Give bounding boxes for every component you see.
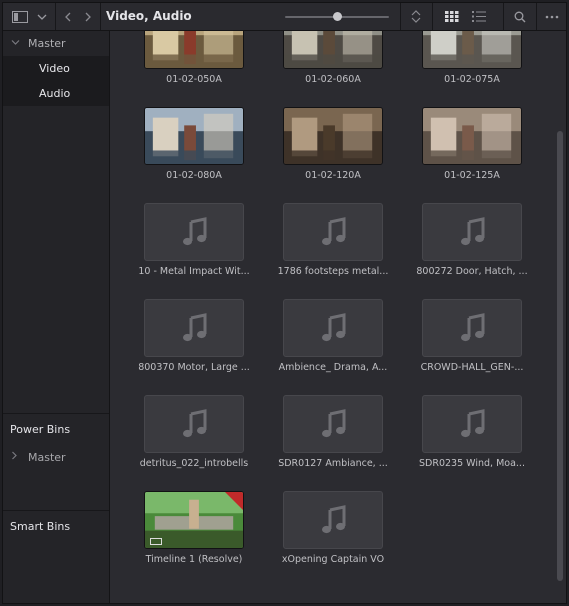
sidebar-divider — [3, 510, 109, 511]
timeline-thumbnail[interactable] — [144, 491, 244, 549]
video-clip-thumbnail[interactable] — [144, 31, 244, 69]
clip-name-label: Ambience_ Drama, A... — [278, 362, 388, 373]
master-bin-label: Master — [28, 37, 66, 50]
toolbar-divider — [432, 3, 433, 30]
video-clip-thumbnail[interactable] — [283, 107, 383, 165]
video-clip-thumbnail[interactable] — [283, 31, 383, 69]
sidebar-item-video[interactable]: Video — [3, 56, 109, 81]
toolbar-divider — [503, 3, 504, 30]
back-arrow-icon[interactable] — [58, 3, 78, 30]
audio-clip-thumbnail[interactable] — [144, 395, 244, 453]
music-note-icon — [461, 409, 485, 438]
sidebar-item-label: Video — [39, 62, 70, 75]
sort-icon[interactable] — [403, 3, 429, 30]
forward-arrow-icon[interactable] — [78, 3, 98, 30]
clip-name-label: SDR0235 Wind, Moa... — [419, 458, 525, 469]
audio-clip-thumbnail[interactable] — [283, 491, 383, 549]
sidebar-item-label: Audio — [39, 87, 71, 100]
audio-clip-thumbnail[interactable] — [144, 299, 244, 357]
video-preview-image — [145, 31, 243, 68]
music-note-icon — [322, 409, 346, 438]
bin-sidebar: Master Video Audio Power Bins Master Sma… — [3, 31, 110, 603]
chevron-down-icon[interactable] — [33, 3, 51, 30]
audio-clip-thumbnail[interactable] — [283, 203, 383, 261]
audio-clip-thumbnail[interactable] — [144, 203, 244, 261]
music-note-icon — [183, 217, 207, 246]
clip-name-label: CROWD-HALL_GEN-... — [420, 362, 524, 373]
audio-clip-thumbnail[interactable] — [422, 395, 522, 453]
clip-name-label: 01-02-125A — [444, 170, 500, 181]
music-note-icon — [461, 313, 485, 342]
clip-name-label: 01-02-060A — [305, 74, 361, 85]
video-clip-thumbnail[interactable] — [422, 107, 522, 165]
thumbnail-zoom-slider[interactable] — [285, 12, 389, 21]
video-clip-thumbnail[interactable] — [144, 107, 244, 165]
clip-name-label: 800272 Door, Hatch, ... — [416, 266, 528, 277]
toolbar-divider — [55, 3, 56, 30]
music-note-icon — [322, 313, 346, 342]
chevron-down-icon — [11, 31, 20, 56]
clip-name-label: 01-02-080A — [166, 170, 222, 181]
toolbar-divider — [400, 3, 401, 30]
sidebar-divider — [3, 413, 109, 414]
clip-name-label: detritus_022_introbells — [139, 458, 249, 469]
power-bins-master-label: Master — [28, 451, 66, 464]
video-preview-image — [145, 108, 243, 164]
video-clip-thumbnail[interactable] — [422, 31, 522, 69]
bin-path-title: Video, Audio — [106, 9, 192, 23]
clip-name-label: Timeline 1 (Resolve) — [145, 554, 243, 565]
search-icon[interactable] — [507, 3, 533, 30]
audio-clip-thumbnail[interactable] — [283, 299, 383, 357]
music-note-icon — [461, 217, 485, 246]
more-options-icon[interactable] — [539, 3, 565, 30]
panel-toggle-icon[interactable] — [7, 3, 33, 30]
flag-badge — [225, 492, 243, 510]
media-pool-window: Video, Audio Master Video Audio Power Bi… — [2, 2, 567, 604]
grid-view-icon[interactable] — [439, 3, 465, 30]
music-note-icon — [183, 313, 207, 342]
clip-name-label: 10 - Metal Impact Wit... — [138, 266, 250, 277]
power-bins-header: Power Bins — [10, 423, 71, 436]
chevron-right-icon — [11, 445, 18, 470]
video-preview-image — [284, 31, 382, 68]
clip-name-label: 800370 Motor, Large ... — [138, 362, 250, 373]
clip-name-label: 1786 footsteps metal... — [277, 266, 389, 277]
scrollbar-thumb[interactable] — [557, 131, 563, 581]
media-pool-toolbar: Video, Audio — [3, 3, 566, 31]
zoom-slider-handle[interactable] — [332, 12, 342, 21]
power-bins-master[interactable]: Master — [3, 445, 109, 470]
video-preview-image — [284, 108, 382, 164]
sidebar-item-audio[interactable]: Audio — [3, 81, 109, 106]
audio-clip-thumbnail[interactable] — [422, 299, 522, 357]
video-preview-image — [423, 31, 521, 68]
audio-clip-thumbnail[interactable] — [283, 395, 383, 453]
music-note-icon — [322, 217, 346, 246]
smart-bins-header: Smart Bins — [10, 520, 71, 533]
vertical-scrollbar[interactable] — [554, 31, 566, 603]
audio-clip-thumbnail[interactable] — [422, 203, 522, 261]
master-bin[interactable]: Master — [3, 31, 109, 56]
clip-name-label: 01-02-075A — [444, 74, 500, 85]
clip-name-label: SDR0127 Ambiance, ... — [278, 458, 388, 469]
music-note-icon — [183, 409, 207, 438]
toolbar-divider — [100, 3, 101, 30]
video-preview-image — [423, 108, 521, 164]
clip-name-label: xOpening Captain VO — [281, 554, 385, 565]
timeline-icon — [150, 538, 162, 545]
clip-grid: 01-02-050A 01-02-060A 01-02-075A 01-02-080A… — [110, 31, 554, 603]
toolbar-divider — [536, 3, 537, 30]
list-view-icon[interactable] — [466, 3, 492, 30]
music-note-icon — [322, 505, 346, 534]
clip-name-label: 01-02-050A — [166, 74, 222, 85]
clip-name-label: 01-02-120A — [305, 170, 361, 181]
